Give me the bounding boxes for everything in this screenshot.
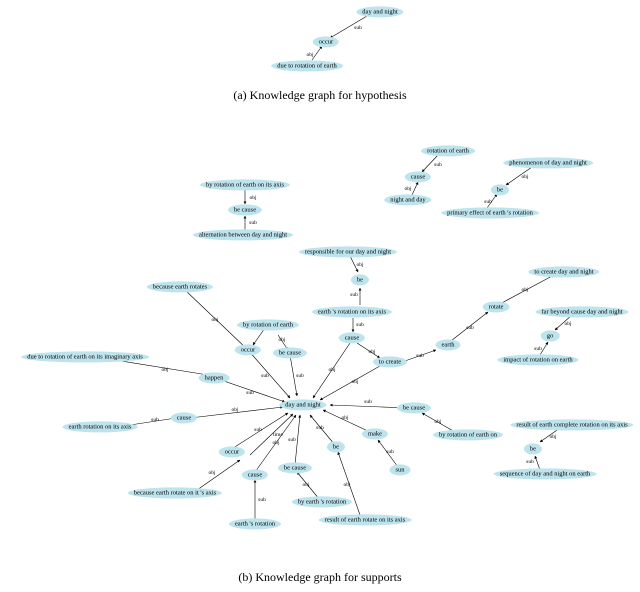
caption-b: (b) Knowledge graph for supports <box>238 570 401 585</box>
edge-label: sub <box>151 417 159 423</box>
node-occur-bottom: occur <box>219 446 245 457</box>
node-happen: happen <box>199 372 230 383</box>
node-be-cause-top: be cause <box>228 204 262 215</box>
edge-label: obj <box>161 367 168 373</box>
edge-label: obj <box>328 367 335 373</box>
edge-label: sub <box>296 373 304 379</box>
caption-a: (a) Knowledge graph for hypothesis <box>233 88 406 103</box>
edge-label: sub <box>466 325 474 331</box>
edge-label: obj <box>564 321 571 327</box>
node-rotate: rotate <box>483 301 510 312</box>
node-be-resp: be <box>351 274 369 285</box>
edge-label: obj <box>434 419 441 425</box>
node-by-rotation-axis: by rotation of earth on its axis <box>200 179 290 190</box>
node-far-beyond: far beyond cause day and night <box>535 306 628 317</box>
edge-label: obj <box>306 52 313 58</box>
edge-label: obj <box>549 434 556 440</box>
node-be-cause-mid: be cause <box>273 347 307 358</box>
node-be-cause-bottom: be cause <box>278 462 312 473</box>
edge-label: obj <box>211 317 218 323</box>
edge-label: obj <box>356 262 363 268</box>
edge-label: sub <box>254 427 262 433</box>
node-night-and-day: night and day <box>384 194 431 205</box>
edge-label: obj <box>368 349 375 355</box>
edge-label: sub <box>534 346 542 352</box>
edge-label: sub <box>246 390 254 396</box>
edge-label: sub <box>288 437 296 443</box>
edge-label: obj <box>343 482 350 488</box>
node-cause-left: cause <box>171 412 197 423</box>
node-earth: earth <box>436 339 461 350</box>
edge-label: obj <box>302 482 309 488</box>
edge-label: sub <box>434 162 442 168</box>
edge-label: sub <box>261 373 269 379</box>
edge-label: sub <box>356 322 364 328</box>
node-earth-rot-on-axis: earth rotation on its axis <box>63 421 138 432</box>
node-go: go <box>541 330 560 341</box>
node-cause-bottom: cause <box>242 469 268 480</box>
edge-label: sub <box>386 449 394 455</box>
node-result-complete: result of earth complete rotation on its… <box>510 419 633 430</box>
node-because-rotates: because earth rotates <box>147 281 213 292</box>
node-by-earth-rotation: by earth 's rotation <box>292 496 352 507</box>
edge-label: sub <box>364 399 372 405</box>
edge-label: obj <box>341 415 348 421</box>
node-result-rotate: result of earth rotate on its axis <box>319 514 412 525</box>
node-to-create-dn: to create day and night <box>528 266 599 277</box>
edge-label: obj <box>249 195 256 201</box>
node-occur-mid: occur <box>235 344 261 355</box>
node-sun: sun <box>389 464 410 475</box>
node-cause-top: cause <box>405 171 431 182</box>
edge-label: obj <box>208 470 215 476</box>
edge-label: sub <box>249 220 257 226</box>
edge-label: sub <box>316 425 324 431</box>
node-primary-effect: primary effect of earth 's rotation <box>441 207 539 218</box>
node-be-cause-right: be cause <box>397 402 431 413</box>
node-earth-rotation-axis: earth 's rotation on its axis <box>312 306 392 317</box>
edge-label: sub <box>484 199 492 205</box>
edge-label: time <box>273 432 283 438</box>
node-sequence: sequence of day and night on earth <box>494 468 597 479</box>
diagram-canvas: day and night occur due to rotation of e… <box>0 0 640 592</box>
node-to-create: to create <box>373 356 407 367</box>
node-responsible: responsible for our day and night <box>299 246 397 257</box>
node-make: make <box>362 428 388 439</box>
node-phenomenon: phenomenon of day and night <box>503 157 593 168</box>
edge-label: obj <box>231 407 238 413</box>
node-be-top: be <box>491 184 509 195</box>
node-by-rotation: by rotation of earth <box>237 319 299 330</box>
edge-label: sub <box>526 459 534 465</box>
node-earth-rotation: earth 's rotation <box>229 518 281 529</box>
edge-label: obj <box>272 440 279 446</box>
node-due-to-rotation: due to rotation of earth <box>271 60 343 71</box>
edge-label: obj <box>278 337 285 343</box>
node-because-rotate-axis: because earth rotate on it 's axis <box>128 487 222 498</box>
node-impact: impact of rotation on earth <box>497 354 578 365</box>
edge-label: sub <box>350 292 358 298</box>
node-be-result: be <box>524 443 542 454</box>
edge-label: sub <box>354 25 362 31</box>
node-day-and-night-a: day and night <box>356 6 403 17</box>
node-alternation: alternation between day and night <box>193 229 293 240</box>
edge-label: sub <box>258 497 266 503</box>
node-by-rotation-on: by rotation of earth on <box>433 429 503 440</box>
edge-label: obj <box>404 186 411 192</box>
node-occur-a: occur <box>313 36 339 47</box>
edge-label: sub <box>416 353 424 359</box>
node-cause-mid: cause <box>339 332 365 343</box>
edge-label: obj <box>351 379 358 385</box>
node-day-and-night-b: day and night <box>279 399 326 410</box>
edge-label: obj <box>521 287 528 293</box>
node-be-bottom: be <box>327 441 345 452</box>
node-due-imaginary: due to rotation of earth on its imaginar… <box>21 351 149 362</box>
edge-label: obj <box>521 174 528 180</box>
node-rotation-of-earth: rotation of earth <box>421 145 475 156</box>
